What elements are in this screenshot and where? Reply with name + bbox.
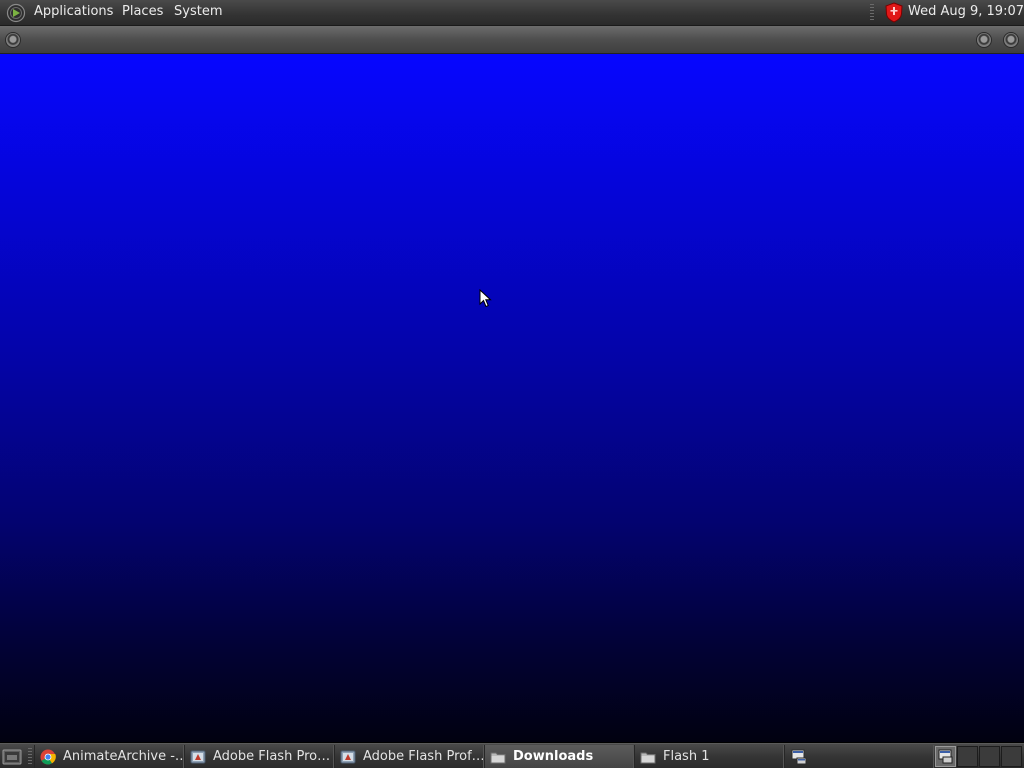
chrome-icon <box>40 749 56 765</box>
workspace-window-icon <box>938 749 953 764</box>
task-button-flash-1[interactable]: Flash 1 <box>634 745 784 768</box>
screen: Applications Places System Wed Aug 9, 19… <box>0 0 1024 768</box>
dock-right-knob-icon[interactable] <box>1003 32 1019 48</box>
menu-places[interactable]: Places <box>117 0 168 25</box>
task-label: Downloads <box>513 749 594 764</box>
dock-left-knob-icon[interactable] <box>5 32 21 48</box>
task-button-downloads[interactable]: Downloads <box>484 745 634 768</box>
desktop-background[interactable] <box>0 54 1024 742</box>
task-label: Adobe Flash Pro… <box>213 749 331 764</box>
task-button-adobe-flash-prof[interactable]: Adobe Flash Prof… <box>334 745 484 768</box>
dock-right-knob-icon[interactable] <box>976 32 992 48</box>
workspace-2[interactable] <box>957 746 978 767</box>
show-desktop-icon[interactable] <box>2 747 22 766</box>
dock-bar <box>0 26 1024 54</box>
shield-icon[interactable] <box>883 2 905 23</box>
folder-icon <box>490 752 506 764</box>
panel-grip[interactable] <box>870 4 874 21</box>
distro-logo-icon[interactable] <box>6 3 26 23</box>
flash-app-icon <box>340 750 356 764</box>
workspace-1[interactable] <box>935 746 956 767</box>
task-label: Flash 1 <box>663 749 710 764</box>
task-button-adobe-flash-pro[interactable]: Adobe Flash Pro… <box>184 745 334 768</box>
workspace-3[interactable] <box>979 746 1000 767</box>
flash-app-icon <box>190 750 206 764</box>
clock[interactable]: Wed Aug 9, 19:07 <box>908 0 1024 25</box>
taskbar: AnimateArchive -… Adobe Flash Pro… Adobe… <box>0 743 1024 768</box>
menu-system[interactable]: System <box>169 0 227 25</box>
task-label: AnimateArchive -… <box>63 749 184 764</box>
task-button-network-window[interactable] <box>784 745 934 768</box>
workspace-switcher <box>935 745 1022 768</box>
task-label: Adobe Flash Prof… <box>363 749 484 764</box>
taskbar-grip[interactable] <box>28 748 32 765</box>
workspace-4[interactable] <box>1001 746 1022 767</box>
top-panel: Applications Places System Wed Aug 9, 19… <box>0 0 1024 26</box>
network-window-icon <box>791 749 807 765</box>
folder-icon <box>640 752 656 764</box>
mouse-cursor-icon <box>479 289 492 308</box>
task-button-animatearchive[interactable]: AnimateArchive -… <box>34 745 184 768</box>
menu-applications[interactable]: Applications <box>29 0 118 25</box>
